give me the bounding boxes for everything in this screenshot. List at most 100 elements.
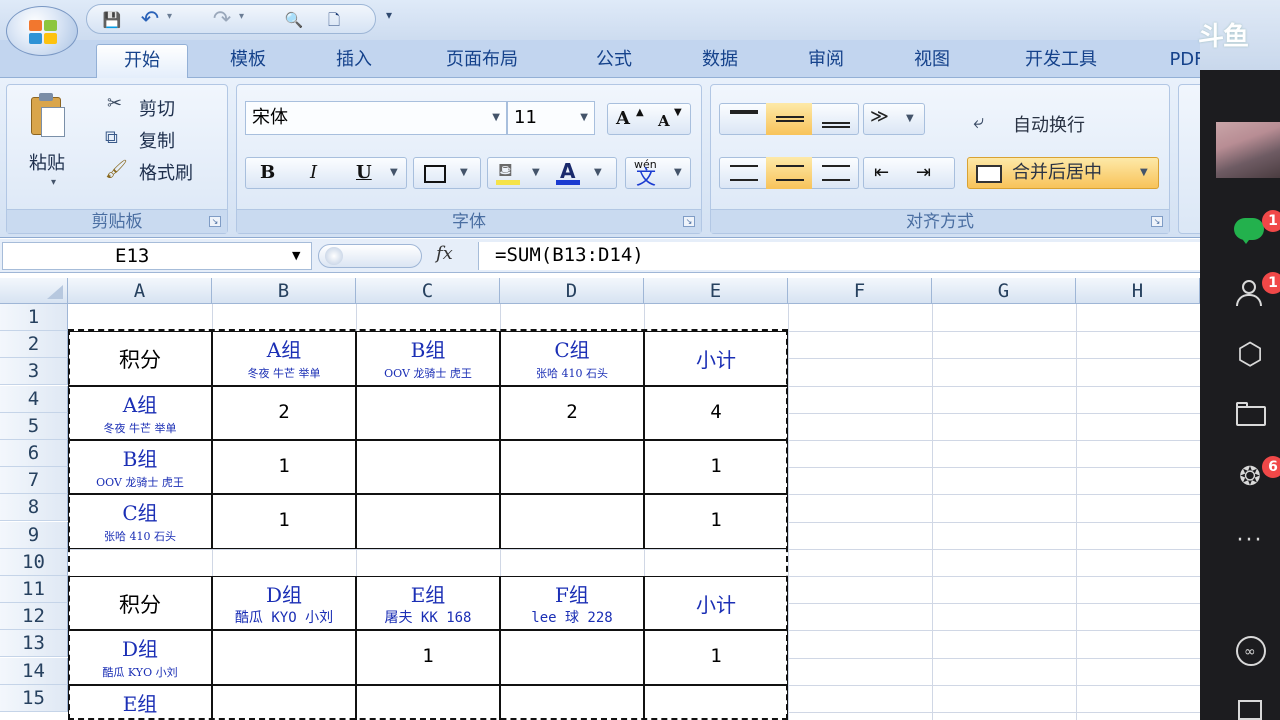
group-header-cell[interactable]: E组 屠夫 KK 168 xyxy=(356,576,500,631)
wrap-text-icon[interactable]: ⤶ xyxy=(973,109,984,133)
row-header-14[interactable]: 14 xyxy=(0,657,68,685)
row-header-15[interactable]: 15 xyxy=(0,684,68,712)
row-header-4[interactable]: 4 xyxy=(0,385,68,413)
align-top-icon[interactable] xyxy=(730,110,758,114)
scissors-icon[interactable]: ✂ xyxy=(107,93,122,114)
decrease-indent-icon[interactable]: ⇤ xyxy=(874,158,889,188)
column-header-h[interactable]: H xyxy=(1076,278,1200,304)
tab-developer[interactable]: 开发工具 xyxy=(1000,44,1122,78)
score-cell[interactable]: 2 xyxy=(500,385,644,440)
select-all-corner[interactable] xyxy=(0,278,68,304)
subtotal-header-cell[interactable]: 小计 xyxy=(644,331,788,386)
customize-qat-icon[interactable]: ▾ xyxy=(386,8,392,22)
paste-dropdown-icon[interactable]: ▾ xyxy=(51,177,56,188)
subtotal-cell[interactable]: 1 xyxy=(644,440,788,495)
row-header-1[interactable]: 1 xyxy=(0,304,68,331)
score-cell[interactable] xyxy=(212,630,356,685)
increase-indent-icon[interactable]: ⇥ xyxy=(916,158,931,188)
window-icon[interactable] xyxy=(1232,696,1268,720)
tab-home[interactable]: 开始 xyxy=(96,44,188,78)
wrap-text-button[interactable]: 自动换行 xyxy=(1013,111,1085,137)
column-header-b[interactable]: B xyxy=(212,278,356,304)
row-group-cell[interactable]: E组 xyxy=(68,684,212,720)
score-cell[interactable]: 1 xyxy=(212,440,356,495)
score-cell[interactable] xyxy=(356,684,500,720)
format-painter-button[interactable]: 格式刷 xyxy=(139,159,193,185)
row-header-9[interactable]: 9 xyxy=(0,521,68,549)
score-cell[interactable] xyxy=(500,440,644,495)
print-preview-icon[interactable]: 🔍 xyxy=(283,9,305,31)
row-header-6[interactable]: 6 xyxy=(0,440,68,467)
row-header-12[interactable]: 12 xyxy=(0,603,68,631)
score-cell[interactable]: 1 xyxy=(212,494,356,549)
subtotal-cell[interactable]: 1 xyxy=(644,494,788,549)
cut-button[interactable]: 剪切 xyxy=(139,95,175,121)
name-box[interactable]: E13 xyxy=(2,242,312,270)
grow-font-button[interactable]: A xyxy=(616,104,630,134)
subtotal-cell[interactable] xyxy=(644,684,788,720)
column-header-c[interactable]: C xyxy=(356,278,500,304)
format-painter-icon[interactable]: 🖌 xyxy=(105,159,128,180)
cube-icon[interactable]: ⬡ xyxy=(1232,340,1268,370)
align-right-icon[interactable] xyxy=(822,165,850,181)
bold-button[interactable]: B xyxy=(260,158,275,188)
score-cell[interactable] xyxy=(356,494,500,549)
row-group-cell[interactable]: C组 张哈 410 石头 xyxy=(68,494,212,549)
phonetic-button[interactable]: wén 文 ▼ xyxy=(625,157,691,189)
fx-icon[interactable]: fx xyxy=(436,243,453,264)
score-cell[interactable] xyxy=(356,385,500,440)
folder-icon[interactable] xyxy=(1232,400,1268,430)
shrink-font-button[interactable]: A xyxy=(658,106,670,136)
group-header-cell[interactable]: D组 酷瓜 KYO 小刘 xyxy=(212,576,356,631)
stream-thumbnail[interactable] xyxy=(1216,122,1280,178)
score-cell[interactable]: 1 xyxy=(356,630,500,685)
group-header-cell[interactable]: A组 冬夜 牛芒 举单 xyxy=(212,331,356,386)
name-box-dropdown-icon[interactable]: ▼ xyxy=(292,249,300,262)
score-cell[interactable] xyxy=(500,494,644,549)
office-button[interactable] xyxy=(6,6,78,56)
score-cell[interactable]: 2 xyxy=(212,385,356,440)
row-header-3[interactable]: 3 xyxy=(0,358,68,386)
row-header-5[interactable]: 5 xyxy=(0,412,68,440)
copy-button[interactable]: 复制 xyxy=(139,127,175,153)
formula-bar-handle[interactable] xyxy=(318,244,422,268)
link-icon[interactable]: ∞ xyxy=(1232,636,1268,666)
new-document-icon[interactable]: 🗋 xyxy=(323,9,345,31)
tab-data[interactable]: 数据 xyxy=(680,44,760,78)
clipboard-launcher-icon[interactable]: ↘ xyxy=(209,216,221,227)
save-icon[interactable]: 💾 xyxy=(101,9,123,31)
align-left-icon[interactable] xyxy=(730,165,758,181)
tab-view[interactable]: 视图 xyxy=(892,44,972,78)
font-name-select[interactable]: 宋体 ▼ xyxy=(245,101,507,135)
redo-dropdown-icon[interactable]: ▾ xyxy=(239,11,244,22)
tab-review[interactable]: 审阅 xyxy=(786,44,866,78)
underline-button[interactable]: U xyxy=(356,158,372,188)
group-header-cell[interactable]: F组 lee 球 228 xyxy=(500,576,644,631)
column-header-a[interactable]: A xyxy=(68,278,212,304)
formula-input[interactable]: =SUM(B13:D14) xyxy=(478,242,1200,270)
row-header-8[interactable]: 8 xyxy=(0,494,68,522)
row-header-13[interactable]: 13 xyxy=(0,630,68,658)
score-cell[interactable] xyxy=(356,440,500,495)
undo-icon[interactable]: ↶ xyxy=(139,9,161,31)
border-button[interactable]: ▼ xyxy=(413,157,481,189)
row-group-cell[interactable]: B组 OOV 龙骑士 虎王 xyxy=(68,440,212,495)
row-header-10[interactable]: 10 xyxy=(0,548,68,576)
tab-templates[interactable]: 模板 xyxy=(206,44,290,78)
tab-formulas[interactable]: 公式 xyxy=(574,44,654,78)
score-cell[interactable] xyxy=(500,684,644,720)
italic-button[interactable]: I xyxy=(310,158,317,188)
column-header-d[interactable]: D xyxy=(500,278,644,304)
column-header-g[interactable]: G xyxy=(932,278,1076,304)
row-header-2[interactable]: 2 xyxy=(0,331,68,359)
row-header-11[interactable]: 11 xyxy=(0,576,68,603)
undo-dropdown-icon[interactable]: ▾ xyxy=(167,11,172,22)
alignment-launcher-icon[interactable]: ↘ xyxy=(1151,216,1163,227)
redo-icon[interactable]: ↷ xyxy=(211,9,233,31)
score-corner-cell[interactable]: 积分 xyxy=(68,331,212,386)
align-center-icon[interactable] xyxy=(776,165,804,181)
copy-icon[interactable]: ⧉ xyxy=(105,127,118,148)
orientation-button[interactable]: ≫ ▼ xyxy=(863,103,925,135)
tab-page-layout[interactable]: 页面布局 xyxy=(420,44,544,78)
subtotal-header-cell[interactable]: 小计 xyxy=(644,576,788,631)
